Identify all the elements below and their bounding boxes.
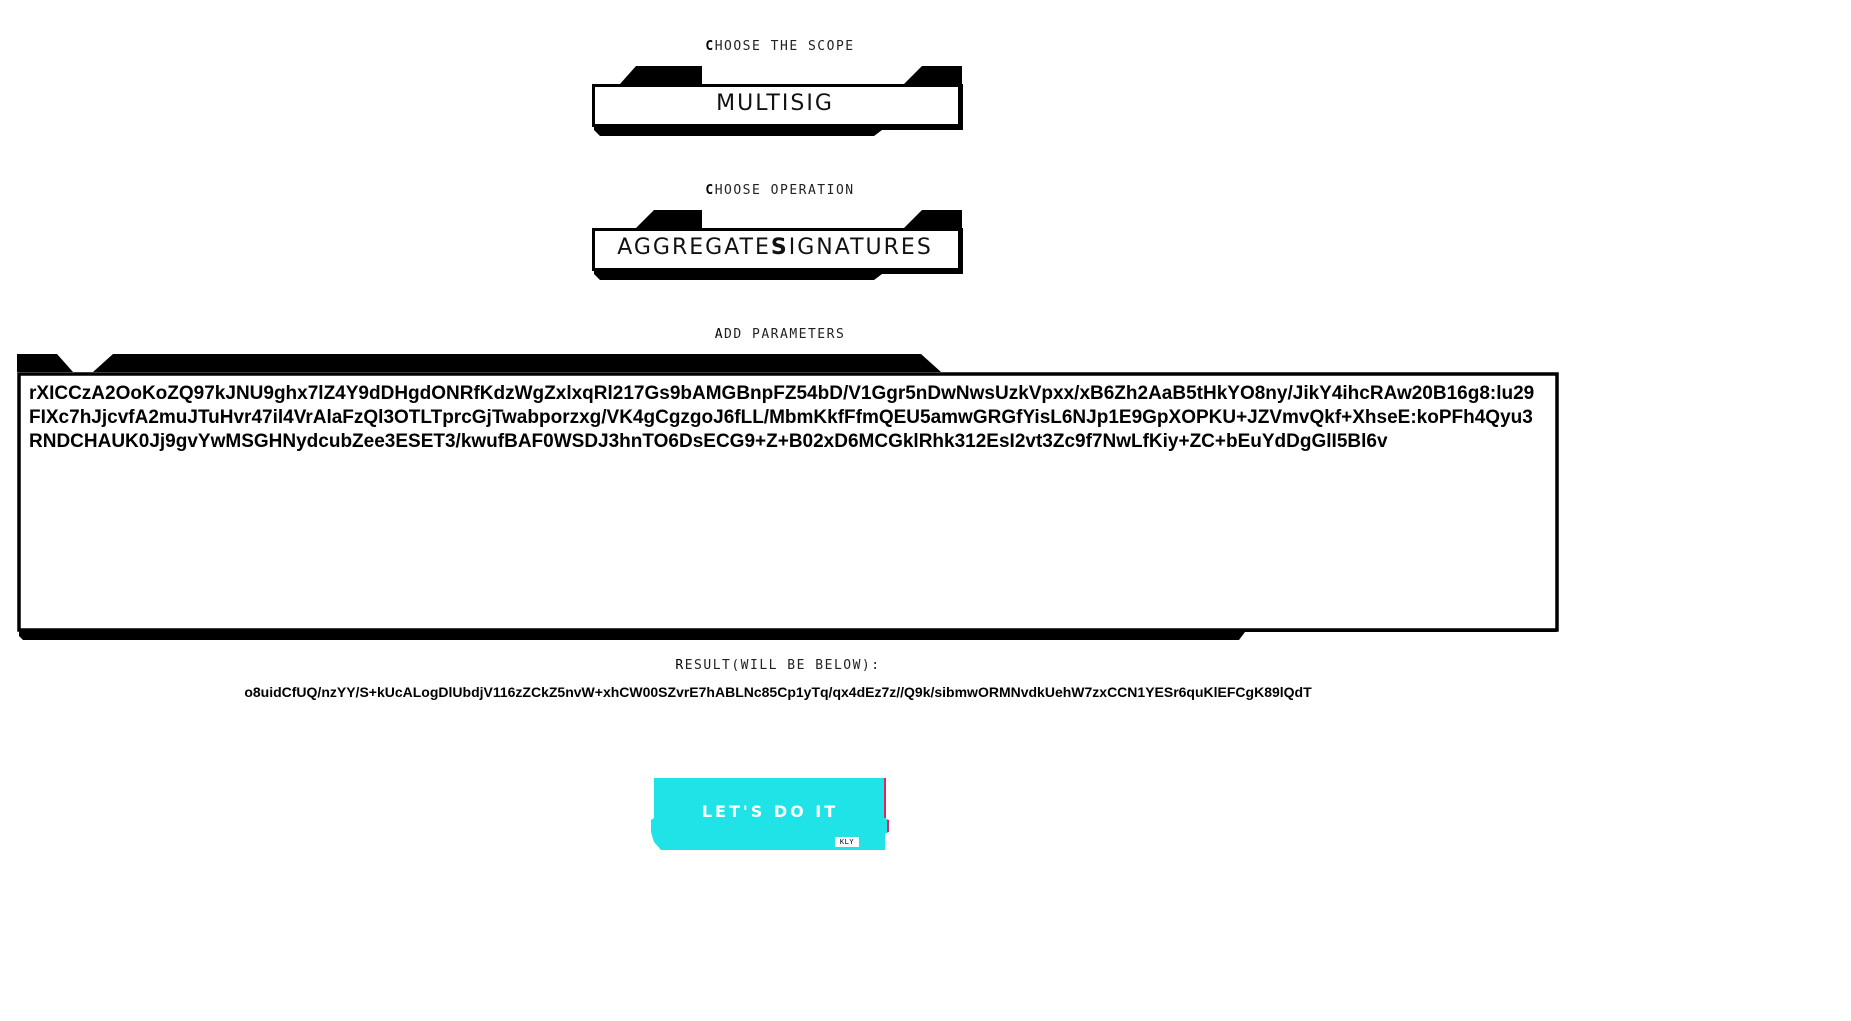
operation-label: CHOOSE OPERATION [705,183,855,198]
lets-do-it-label: LET'S DO IT [701,802,839,821]
scope-select[interactable]: MULTISIG [596,84,954,122]
result-value: o8uidCfUQ/nzYY/S+kUcALogDlUbdjV116zZCkZ5… [244,684,1312,700]
operation-value-part2: IGNATURES [788,234,933,260]
parameters-input[interactable]: rXICCzA2OoKoZQ97kJNU9ghx7lZ4Y9dDHgdONRfK… [29,382,1541,622]
parameters-frame: rXICCzA2OoKoZQ97kJNU9ghx7lZ4Y9dDHgdONRfK… [17,352,1561,642]
operation-select-frame: AGGREGATE S IGNATURES [592,208,964,280]
kly-tag: KLY [835,837,859,847]
operation-value-part1: AGGREGATE [617,234,771,260]
lets-do-it-button[interactable]: LET'S DO IT KLY [649,776,891,850]
scope-label: CHOOSE THE SCOPE [705,39,855,54]
result-label: RESULT(WILL BE BELOW): [675,658,881,673]
scope-select-frame: MULTISIG [592,64,964,136]
operation-value-highlight: S [770,234,789,260]
operation-select[interactable]: AGGREGATE S IGNATURES [596,228,954,266]
parameters-label: ADD PARAMETERS [714,327,846,342]
